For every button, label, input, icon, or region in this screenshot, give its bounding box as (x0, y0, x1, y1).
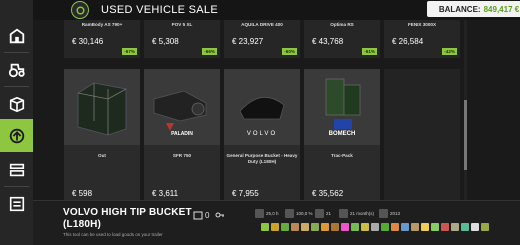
fill-type-icon (441, 223, 449, 231)
card-name: RamBody AS 790+ (81, 22, 123, 27)
condition-icon (285, 209, 294, 218)
discount-badge: -42% (442, 48, 457, 55)
hourglass-icon (339, 209, 348, 218)
discount-badge: -51% (362, 48, 377, 55)
vehicle-card[interactable]: VOLVO General Purpose Bucket - Heavy Dut… (224, 69, 300, 210)
card-name: General Purpose Bucket - Heavy Duty (L18… (226, 153, 298, 164)
brand-logo: PALADIN (171, 131, 193, 137)
fill-type-icon (261, 223, 269, 231)
key-icon-stat (215, 210, 225, 220)
fill-type-icon (421, 223, 429, 231)
fill-type-icon (311, 223, 319, 231)
balance-label: BALANCE: (438, 4, 481, 14)
fill-type-icon (451, 223, 459, 231)
card-name: AQUILA DRIVE 400 (241, 22, 283, 27)
sidebar-item-equipment[interactable] (0, 187, 33, 220)
brand-logo: BOMECH (328, 131, 356, 137)
fill-type-icon (431, 223, 439, 231)
fill-type-icon (461, 223, 469, 231)
sidebar-item-used-sale[interactable] (0, 119, 33, 152)
card-name: Trac-Pack (331, 153, 353, 158)
card-price: € 3,611 (152, 189, 179, 198)
calendar-icon (315, 209, 324, 218)
balance-display: BALANCE: 849,417 € (427, 1, 520, 17)
vehicle-grid: RamBody AS 790+ € 30,146 -57% POV 5 XL €… (64, 20, 460, 210)
card-name: FENIX 3000X (407, 22, 437, 27)
balance-value: 849,417 € (483, 4, 520, 14)
fill-type-icon (281, 223, 289, 231)
stat-operating-hours: 25,0 h (255, 209, 279, 218)
stat-year: 2013 (379, 209, 400, 218)
page-title: USED VEHICLE SALE (101, 4, 218, 16)
vehicle-image (64, 69, 140, 145)
fill-type-icon (341, 223, 349, 231)
vehicle-card[interactable]: Optima RS € 43,768 -51% (304, 20, 380, 58)
sidebar-item-vehicles[interactable] (0, 53, 33, 86)
selected-item-description: This tool can be used to load goods on y… (63, 232, 163, 237)
finance-icon (9, 163, 24, 176)
stat-condition: 100,0 % (285, 209, 313, 218)
stat-months: 21 month(s) (339, 209, 374, 218)
card-price: € 23,927 (232, 37, 264, 46)
fill-type-icon (301, 223, 309, 231)
fill-type-icon (481, 223, 489, 231)
empty-card-slot (384, 69, 460, 210)
fill-type-icon (401, 223, 409, 231)
vehicle-card[interactable]: AQUILA DRIVE 400 € 23,927 -60% (224, 20, 300, 58)
brand-logo: VOLVO (246, 131, 278, 137)
vehicle-card[interactable]: POV 5 XL € 5,308 -66% (144, 20, 220, 58)
fill-type-icon (351, 223, 359, 231)
box-icon (193, 211, 203, 220)
fill-type-icon (381, 223, 389, 231)
sidebar-item-objects[interactable] (0, 87, 33, 120)
fill-type-icon (471, 223, 479, 231)
vehicle-card[interactable]: Out € 598 -57% (64, 69, 140, 210)
card-name: Optima RS (330, 22, 354, 27)
equipment-icon (9, 196, 24, 211)
fill-type-icon (371, 223, 379, 231)
fill-type-icon (271, 223, 279, 231)
sidebar (0, 0, 33, 245)
box-icon (9, 96, 24, 112)
card-price: € 35,562 (312, 189, 344, 198)
stock-count: 0 (193, 210, 209, 220)
card-name: Out (98, 153, 106, 158)
sidebar-item-finance[interactable] (0, 153, 33, 186)
vehicle-card[interactable]: BOMECH Trac-Pack € 35,562 -42% (304, 69, 380, 210)
year-icon (379, 209, 388, 218)
card-price: € 7,955 (232, 189, 259, 198)
card-price: € 598 (72, 189, 93, 198)
recycle-icon (9, 128, 24, 143)
fill-type-icon (361, 223, 369, 231)
card-price: € 30,146 (72, 37, 104, 46)
card-price: € 5,308 (152, 37, 179, 46)
recycle-icon (71, 1, 89, 19)
tractor-icon (8, 63, 25, 77)
fill-type-icons (261, 223, 489, 231)
discount-badge: -60% (282, 48, 297, 55)
discount-badge: -57% (122, 48, 137, 55)
selected-item-panel: VOLVO HIGH TIP BUCKET (L180H) This tool … (33, 200, 520, 245)
card-name: SFR 750 (172, 153, 192, 158)
header: USED VEHICLE SALE BALANCE: 849,417 € (33, 0, 520, 20)
card-name: POV 5 XL (171, 22, 193, 27)
card-price: € 26,584 (392, 37, 424, 46)
fill-type-icon (391, 223, 399, 231)
clock-icon (255, 209, 264, 218)
fill-type-icon (321, 223, 329, 231)
fill-type-icon (411, 223, 419, 231)
card-price: € 43,768 (312, 37, 344, 46)
store-icon (9, 28, 24, 43)
key-icon (215, 212, 224, 218)
vehicle-card[interactable]: FENIX 3000X € 26,584 -42% (384, 20, 460, 58)
fill-type-icon (331, 223, 339, 231)
discount-badge: -66% (202, 48, 217, 55)
sidebar-item-store[interactable] (0, 19, 33, 52)
stat-age: 21 (315, 209, 331, 218)
vehicle-card[interactable]: RamBody AS 790+ € 30,146 -57% (64, 20, 140, 58)
vehicle-card[interactable]: PALADIN SFR 750 € 3,611 -59% (144, 69, 220, 210)
scrollbar-thumb[interactable] (464, 100, 467, 170)
fill-type-icon (291, 223, 299, 231)
